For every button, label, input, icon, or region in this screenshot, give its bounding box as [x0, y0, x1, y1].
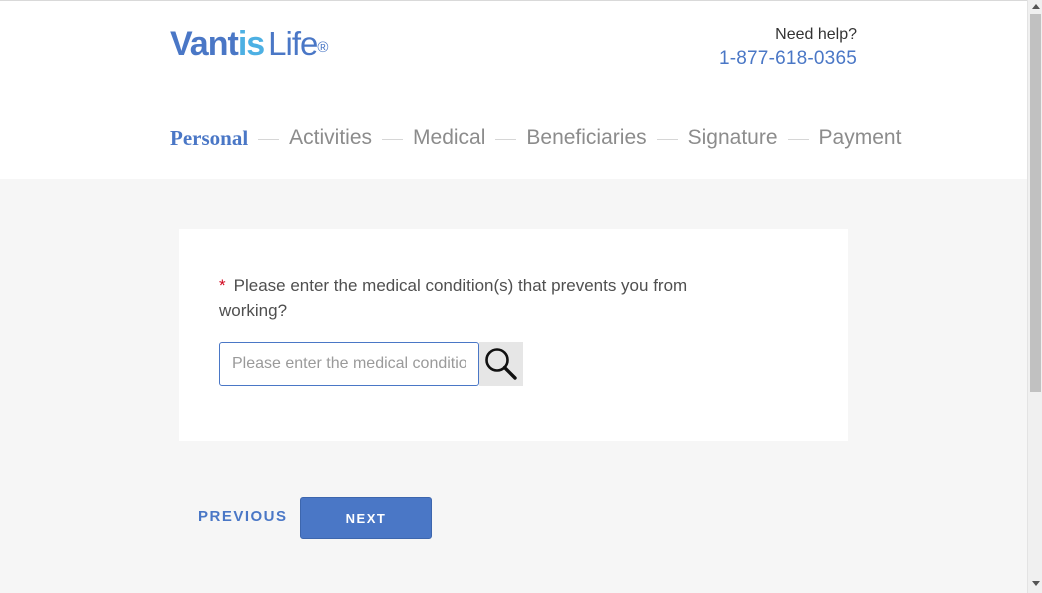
- step-activities: Activities: [289, 126, 373, 149]
- scroll-down-arrow-icon[interactable]: [1032, 581, 1040, 586]
- logo-life: Life: [268, 25, 318, 62]
- search-icon: [485, 348, 517, 380]
- step-signature: Signature: [687, 126, 778, 149]
- step-payment: Payment: [818, 126, 902, 149]
- search-button[interactable]: [479, 342, 523, 386]
- step-beneficiaries: Beneficiaries: [526, 126, 647, 149]
- scroll-up-arrow-icon[interactable]: [1032, 4, 1040, 9]
- logo-registered-mark: ®: [317, 39, 329, 56]
- logo-brand-part1: Vant: [170, 25, 239, 63]
- help-label: Need help?: [775, 26, 857, 43]
- step-personal: Personal: [170, 126, 249, 150]
- help-phone-link[interactable]: 1-877-618-0365: [719, 48, 857, 70]
- scrollbar-thumb[interactable]: [1030, 14, 1041, 392]
- vantis-life-logo[interactable]: Vantis Life®: [170, 25, 328, 70]
- progress-steps: Personal Activities Medical Beneficiarie…: [170, 125, 901, 151]
- step-divider: [258, 138, 280, 140]
- previous-button[interactable]: PREVIOUS: [198, 508, 288, 525]
- step-divider: [495, 138, 517, 140]
- question-card: * Please enter the medical condition(s) t…: [179, 229, 848, 441]
- question-label: * Please enter the medical condition(s) t…: [219, 273, 749, 323]
- site-header: Vantis Life® Need help? 1-877-618-0365 Pe…: [0, 1, 1027, 179]
- step-divider: [656, 138, 678, 140]
- step-medical: Medical: [413, 126, 486, 149]
- vertical-scrollbar[interactable]: [1027, 0, 1042, 593]
- medical-condition-input[interactable]: [219, 342, 479, 386]
- logo-brand-part2: is: [237, 25, 265, 63]
- step-divider: [382, 138, 404, 140]
- logo-brand: Vantis: [170, 25, 265, 63]
- next-button[interactable]: NEXT: [300, 497, 432, 539]
- question-text: Please enter the medical condition(s) th…: [219, 276, 688, 320]
- step-divider: [787, 138, 809, 140]
- required-marker: *: [219, 276, 226, 295]
